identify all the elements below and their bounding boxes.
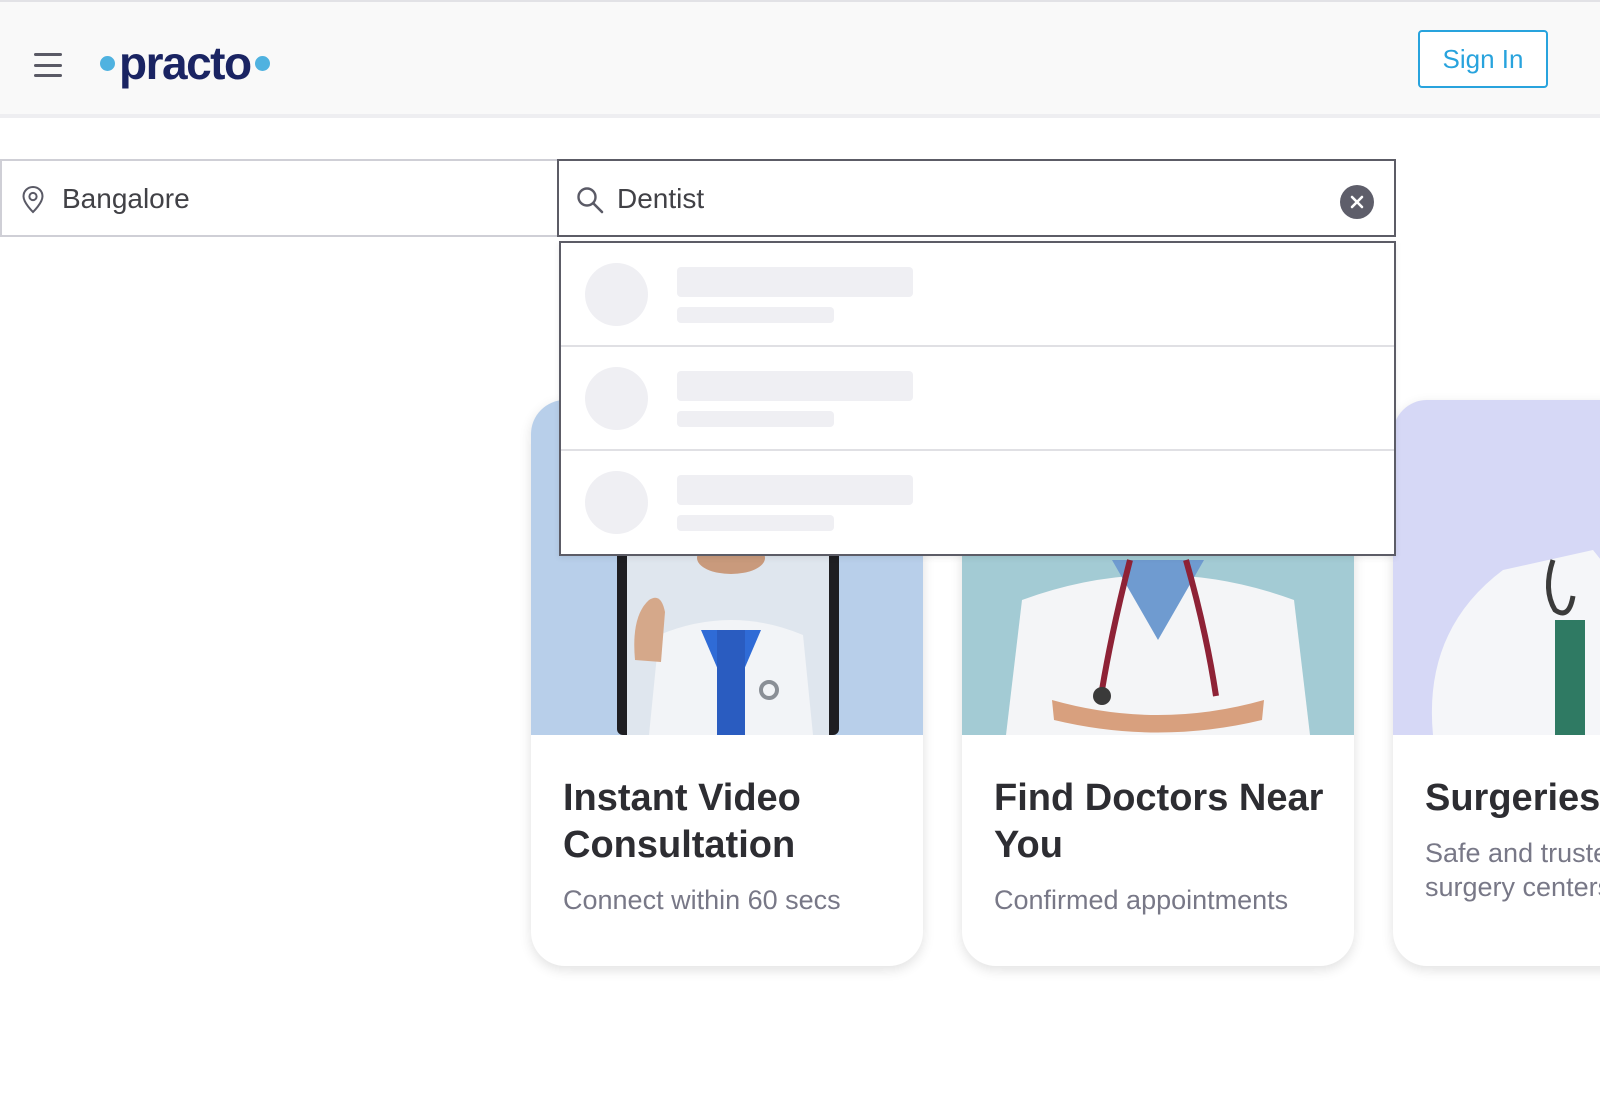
clear-icon <box>1350 195 1364 209</box>
surgeon-image <box>1393 400 1600 735</box>
card-title: Surgeries <box>1425 777 1600 819</box>
logo-dot-left <box>100 55 115 71</box>
skeleton-avatar <box>585 367 648 430</box>
service-card-surgeries[interactable]: Surgeries Safe and trusted surgery cente… <box>1393 400 1600 966</box>
card-title: Instant Video Consultation <box>563 777 801 866</box>
hamburger-menu-icon[interactable] <box>34 53 64 77</box>
doctor-search-box[interactable] <box>557 159 1396 237</box>
skeleton-title <box>677 267 913 297</box>
skeleton-avatar <box>585 471 648 534</box>
search-icon <box>577 187 604 214</box>
skeleton-subtitle <box>677 411 834 427</box>
sign-in-button[interactable]: Sign In <box>1418 30 1548 88</box>
card-body: Surgeries Safe and trusted surgery cente… <box>1425 775 1600 904</box>
suggestion-skeleton-row <box>561 243 1394 347</box>
location-input[interactable] <box>62 173 542 225</box>
location-search-box[interactable] <box>0 159 560 237</box>
card-subtitle: Confirmed appointments <box>994 885 1289 915</box>
logo-dot-right <box>254 55 270 71</box>
suggestion-skeleton-row <box>561 451 1394 555</box>
page: practo Sign In Bangalore Dentist Instant… <box>0 0 1600 1096</box>
search-suggestions-dropdown <box>559 241 1396 556</box>
skeleton-subtitle <box>677 515 834 531</box>
practo-logo[interactable]: practo <box>100 36 270 90</box>
skeleton-avatar <box>585 263 648 326</box>
card-body: Instant Video Consultation Connect withi… <box>563 775 903 917</box>
search-input[interactable] <box>617 173 1317 225</box>
skeleton-title <box>677 371 913 401</box>
skeleton-subtitle <box>677 307 834 323</box>
clear-search-button[interactable] <box>1340 185 1374 219</box>
top-header: practo Sign In <box>0 0 1600 118</box>
card-body: Find Doctors Near You Confirmed appointm… <box>994 775 1334 917</box>
card-subtitle: Connect within 60 secs <box>563 885 841 915</box>
suggestion-skeleton-row <box>561 347 1394 451</box>
map-pin-icon <box>22 185 44 214</box>
skeleton-title <box>677 475 913 505</box>
card-title: Find Doctors Near You <box>994 777 1324 866</box>
logo-text: practo <box>119 37 252 89</box>
card-subtitle: Safe and trusted surgery centers <box>1425 838 1600 902</box>
